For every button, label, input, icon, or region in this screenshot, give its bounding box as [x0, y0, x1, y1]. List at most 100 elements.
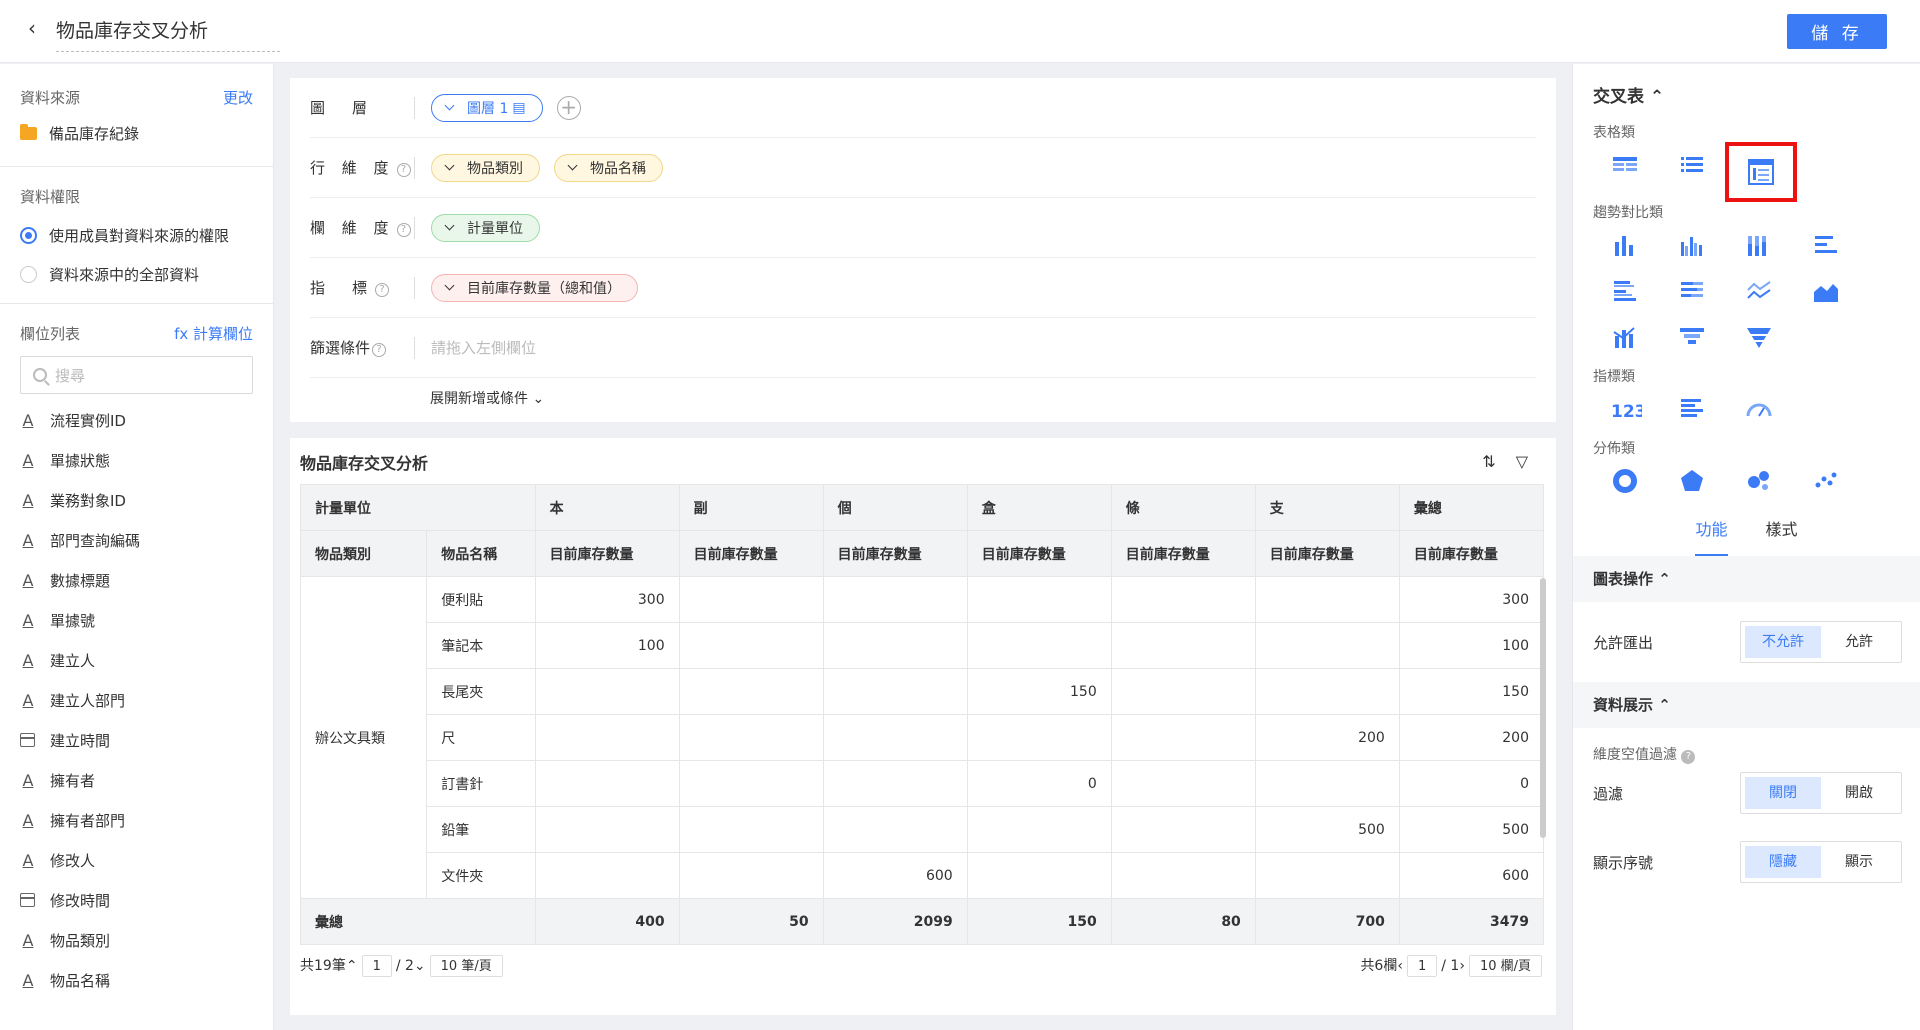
- value-cell: 100: [1398, 622, 1545, 669]
- help-icon[interactable]: ?: [375, 282, 390, 297]
- source-label: 資料來源: [20, 88, 81, 107]
- toggle-option[interactable]: 關閉: [1745, 777, 1821, 809]
- field-item[interactable]: 建立時間: [20, 720, 253, 760]
- page-title[interactable]: 物品庫存交叉分析: [56, 16, 280, 52]
- horizontal-grouped-bar-icon[interactable]: [1591, 268, 1658, 314]
- layer-pill[interactable]: 圖層 1 ▤: [431, 93, 543, 122]
- expand-conditions-link[interactable]: 展開新增或條件 ⌄: [430, 388, 544, 408]
- help-icon[interactable]: ?: [1681, 750, 1696, 764]
- next-page-icon[interactable]: ⌄: [414, 958, 426, 974]
- bar-chart-icon[interactable]: [1591, 222, 1658, 268]
- combo-chart-icon[interactable]: [1591, 314, 1658, 360]
- col-dim-pill[interactable]: 計量單位: [431, 213, 540, 242]
- table-row: 訂書針 0 0: [301, 760, 1545, 807]
- text-field-icon: A: [22, 570, 34, 590]
- table-row: 文件夾 600 600: [301, 852, 1545, 899]
- toggle-option[interactable]: 顯示: [1821, 846, 1897, 878]
- field-item[interactable]: A 流程實例ID: [20, 400, 253, 440]
- line-chart-icon[interactable]: [1725, 268, 1792, 314]
- field-item[interactable]: A 業務對象ID: [20, 480, 253, 520]
- pill-label: 目前庫存數量（總和值）: [467, 280, 621, 297]
- next-col-page-icon[interactable]: ›: [1459, 958, 1465, 974]
- prev-page-icon[interactable]: ⌃: [346, 958, 358, 974]
- grouped-bar-icon[interactable]: [1658, 222, 1725, 268]
- value-cell: [678, 806, 824, 853]
- donut-chart-icon[interactable]: [1591, 458, 1658, 504]
- item-name-cell: 鉛筆: [426, 806, 536, 853]
- sort-icon[interactable]: ⇅: [1482, 452, 1495, 471]
- horizontal-bar-icon[interactable]: [1792, 222, 1859, 268]
- bubble-chart-icon[interactable]: [1725, 458, 1792, 504]
- metric-header: 目前庫存數量: [1398, 530, 1545, 577]
- permission-all-radio[interactable]: 資料來源中的全部資料: [20, 264, 253, 285]
- filter-icon[interactable]: ▽: [1516, 452, 1528, 471]
- horizontal-stacked-bar-icon[interactable]: [1658, 268, 1725, 314]
- progress-bar-icon[interactable]: [1658, 386, 1725, 432]
- table-scrollbar[interactable]: [1540, 578, 1546, 838]
- save-button[interactable]: 儲 存: [1787, 14, 1887, 49]
- section-data-display[interactable]: 資料展示 ⌃: [1573, 682, 1920, 728]
- cross-table-icon[interactable]: [1725, 142, 1797, 202]
- table-chart-icon[interactable]: [1591, 142, 1658, 188]
- value-cell: [966, 714, 1112, 761]
- back-icon[interactable]: ‹: [28, 16, 36, 40]
- config-panel: 圖 層 圖層 1 ▤ + 行 維 度? 物品類別 物品名稱 欄 維 度? 計量單位…: [290, 78, 1556, 422]
- field-search-input[interactable]: 搜尋: [20, 356, 253, 394]
- prev-col-page-icon[interactable]: ‹: [1397, 958, 1403, 974]
- field-label: 流程實例ID: [50, 411, 126, 430]
- total-cell: 2099: [822, 898, 968, 945]
- area-chart-icon[interactable]: [1792, 268, 1859, 314]
- radar-chart-icon[interactable]: [1658, 458, 1725, 504]
- field-item[interactable]: A 物品名稱: [20, 960, 253, 1000]
- item-name-cell: 文件夾: [426, 852, 536, 899]
- value-cell: [1110, 668, 1256, 715]
- chart-type-header[interactable]: 交叉表 ⌃: [1573, 64, 1920, 122]
- inverted-funnel-icon[interactable]: [1725, 314, 1792, 360]
- text-field-icon: A: [22, 690, 34, 710]
- page-input[interactable]: 1: [361, 955, 392, 977]
- help-icon[interactable]: ?: [396, 222, 411, 237]
- tab-style[interactable]: 樣式: [1766, 516, 1798, 556]
- row-dim-label: 行 維 度?: [310, 156, 415, 179]
- toggle-option[interactable]: 隱藏: [1745, 846, 1821, 878]
- metric-header: 目前庫存數量: [534, 530, 680, 577]
- funnel-chart-icon[interactable]: [1658, 314, 1725, 360]
- help-icon[interactable]: ?: [372, 342, 387, 357]
- field-item[interactable]: A 建立人: [20, 640, 253, 680]
- field-item[interactable]: 修改時間: [20, 880, 253, 920]
- source-name[interactable]: 備品庫存紀錄: [49, 123, 139, 144]
- page-size-select[interactable]: 10 筆/頁: [429, 955, 503, 977]
- field-item[interactable]: A 單據狀態: [20, 440, 253, 480]
- permission-member-radio[interactable]: 使用成員對資料來源的權限: [20, 225, 253, 246]
- field-item[interactable]: A 修改人: [20, 840, 253, 880]
- toggle-option[interactable]: 不允許: [1745, 626, 1821, 658]
- row-dim-pill[interactable]: 物品名稱: [554, 153, 663, 182]
- col-page-input[interactable]: 1: [1406, 955, 1438, 977]
- change-source-link[interactable]: 更改: [223, 87, 253, 108]
- metric-pill[interactable]: 目前庫存數量（總和值）: [431, 273, 638, 302]
- cat-metric-label: 指標類: [1593, 369, 1635, 385]
- calc-field-link[interactable]: fx 計算欄位: [174, 323, 253, 344]
- field-item[interactable]: A 單據號: [20, 600, 253, 640]
- field-item[interactable]: A 數據標題: [20, 560, 253, 600]
- add-layer-icon[interactable]: +: [556, 95, 581, 120]
- kpi-number-icon[interactable]: 123: [1591, 386, 1658, 432]
- row-dim-pill[interactable]: 物品類別: [431, 153, 540, 182]
- help-icon[interactable]: ?: [396, 162, 411, 177]
- toggle-option[interactable]: 允許: [1821, 626, 1897, 658]
- toggle-option[interactable]: 開啟: [1821, 777, 1897, 809]
- field-item[interactable]: A 建立人部門: [20, 680, 253, 720]
- field-item[interactable]: A 擁有者部門: [20, 800, 253, 840]
- scatter-chart-icon[interactable]: [1792, 458, 1859, 504]
- col-page-size-select[interactable]: 10 欄/頁: [1468, 955, 1542, 977]
- section-chart-ops[interactable]: 圖表操作 ⌃: [1573, 556, 1920, 602]
- gauge-chart-icon[interactable]: [1725, 386, 1792, 432]
- field-item[interactable]: A 部門查詢編碼: [20, 520, 253, 560]
- filter-dropzone[interactable]: 請拖入左側欄位: [431, 337, 536, 358]
- field-item[interactable]: A 物品類別: [20, 920, 253, 960]
- field-item[interactable]: A 擁有者: [20, 760, 253, 800]
- list-chart-icon[interactable]: [1658, 142, 1725, 188]
- stacked-bar-icon[interactable]: [1725, 222, 1792, 268]
- value-cell: 500: [1254, 806, 1400, 853]
- tab-function[interactable]: 功能: [1695, 516, 1728, 556]
